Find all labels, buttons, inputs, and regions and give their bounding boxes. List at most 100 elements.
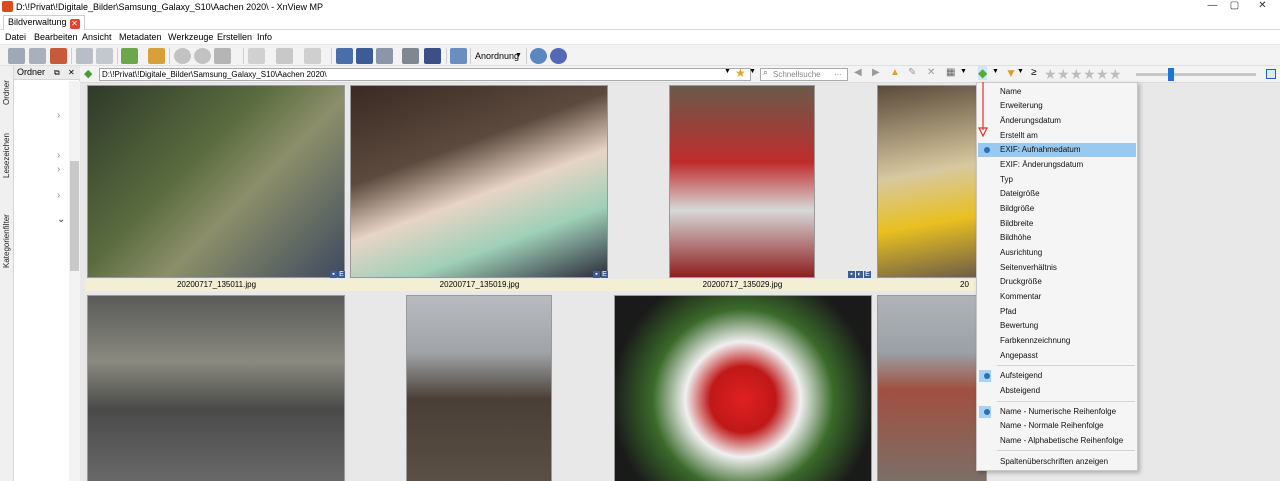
rating-star-icon[interactable]: ★ (1044, 66, 1057, 82)
rating-star-icon[interactable]: ★ (1096, 66, 1109, 82)
scanner-icon[interactable] (424, 48, 441, 64)
sort-icon[interactable]: ◆ (978, 66, 988, 80)
panel-layout-icon[interactable] (1266, 69, 1276, 79)
thumbnail-item[interactable] (348, 295, 611, 481)
rating-star-icon[interactable]: ★ (1057, 66, 1070, 82)
sort-order-descending[interactable]: Absteigend (978, 384, 1136, 398)
sort-item-erstellt-am[interactable]: Erstellt am (978, 129, 1136, 143)
view-list-icon[interactable] (276, 48, 293, 64)
parent-folder-icon[interactable]: ▲ (890, 67, 900, 78)
menu-metadaten[interactable]: Metadaten (119, 31, 162, 43)
show-column-headers[interactable]: Spaltenüberschriften anzeigen (978, 455, 1136, 469)
tab-close-icon[interactable]: ✕ (69, 19, 80, 29)
sort-item-angepasst[interactable]: Angepasst (978, 349, 1136, 363)
menu-erstellen[interactable]: Erstellen (217, 31, 252, 43)
sort-item-dateigroesse[interactable]: Dateigröße (978, 187, 1136, 201)
edit-icon[interactable] (214, 48, 231, 64)
find-icon[interactable] (356, 48, 373, 64)
sort-item-exif-aenderungsdatum[interactable]: EXIF: Änderungsdatum (978, 158, 1136, 172)
menu-werkzeuge[interactable]: Werkzeuge (168, 31, 213, 43)
tree-icon[interactable] (450, 48, 467, 64)
view-mode-dropdown-icon[interactable]: ▼ (960, 68, 967, 75)
edit-path-icon[interactable]: ✎ (908, 67, 916, 78)
favorite-star-icon[interactable]: ★ (735, 66, 746, 80)
print-icon[interactable] (402, 48, 419, 64)
sort-item-bildhoehe[interactable]: Bildhöhe (978, 231, 1136, 245)
sort-item-typ[interactable]: Typ (978, 173, 1136, 187)
chevron-down-icon[interactable]: ⌄ (57, 214, 65, 225)
panel-close-icon[interactable]: ✕ (68, 66, 75, 79)
fullscreen-icon[interactable] (29, 48, 46, 64)
tab-bildverwaltung[interactable]: Bildverwaltung ✕ (3, 15, 85, 30)
path-dropdown-icon[interactable]: ▼ (724, 68, 731, 75)
sort-order-ascending[interactable]: Aufsteigend (978, 369, 1136, 383)
settings-gear-icon[interactable] (530, 48, 547, 64)
chevron-right-icon[interactable]: › (57, 190, 60, 201)
sort-dropdown-icon[interactable]: ▼ (992, 68, 999, 75)
view-details-icon[interactable] (304, 48, 321, 64)
sort-item-pfad[interactable]: Pfad (978, 305, 1136, 319)
batch-convert-icon[interactable] (148, 48, 165, 64)
chevron-right-icon[interactable]: › (57, 150, 60, 161)
side-tab-lesezeichen[interactable]: Lesezeichen (1, 124, 13, 188)
forward-arrow-icon[interactable]: ▶ (872, 67, 880, 78)
thumbnail-item[interactable] (611, 295, 874, 481)
close-window-button[interactable]: ✕ (1240, 0, 1280, 14)
sort-item-ausrichtung[interactable]: Ausrichtung (978, 246, 1136, 260)
rotate-right-icon[interactable] (194, 48, 211, 64)
favorite-dropdown-icon[interactable]: ▼ (749, 68, 756, 75)
back-arrow-icon[interactable]: ◀ (854, 67, 862, 78)
folder-scrollbar[interactable] (69, 81, 80, 481)
menu-info[interactable]: Info (257, 31, 272, 43)
compare-icon[interactable] (336, 48, 353, 64)
search-options-icon[interactable]: … (834, 68, 842, 77)
move-icon[interactable] (96, 48, 113, 64)
go-back-folder-icon[interactable]: ◆ (84, 67, 92, 80)
sort-item-erweiterung[interactable]: Erweiterung (978, 99, 1136, 113)
slideshow-icon[interactable] (50, 48, 67, 64)
thumbnail-item[interactable]: ▪ E 20200717_135019.jpg (348, 85, 611, 295)
collation-numeric[interactable]: Name - Numerische Reihenfolge (978, 405, 1136, 419)
collation-alphabetical[interactable]: Name - Alphabetische Reihenfolge (978, 434, 1136, 448)
rating-star-icon[interactable]: ★ (1109, 66, 1122, 82)
chevron-right-icon[interactable]: › (57, 164, 60, 175)
copy-icon[interactable] (76, 48, 93, 64)
delete-icon[interactable]: ✕ (927, 67, 935, 78)
thumbnail-item[interactable]: ▪ ◐ E 20200717_135029.jpg (611, 85, 874, 295)
sort-item-aenderungsdatum[interactable]: Änderungsdatum (978, 114, 1136, 128)
arrange-label[interactable]: Anordnung (475, 50, 519, 62)
menu-bearbeiten[interactable]: Bearbeiten (34, 31, 78, 43)
acquire-icon[interactable] (8, 48, 25, 64)
rotate-left-icon[interactable] (174, 48, 191, 64)
sort-item-kommentar[interactable]: Kommentar (978, 290, 1136, 304)
side-tab-kategorienfilter[interactable]: Kategorienfilter (1, 198, 13, 284)
side-tab-ordner[interactable]: Ordner (1, 72, 13, 114)
preview-icon[interactable] (376, 48, 393, 64)
thumbnail-item[interactable]: ▪ E 20200717_135011.jpg (85, 85, 348, 295)
thumbnail-size-slider-track[interactable] (1136, 73, 1256, 76)
rating-operator[interactable]: ≥ (1031, 67, 1037, 78)
thumbnail-item[interactable] (85, 295, 348, 481)
rating-star-icon[interactable]: ★ (1083, 66, 1096, 82)
chevron-right-icon[interactable]: › (57, 110, 60, 121)
collation-normal[interactable]: Name - Normale Reihenfolge (978, 419, 1136, 433)
sort-item-bildbreite[interactable]: Bildbreite (978, 217, 1136, 231)
view-thumbs-icon[interactable] (248, 48, 265, 64)
rating-star-icon[interactable]: ★ (1070, 66, 1083, 82)
filter-dropdown-icon[interactable]: ▼ (1017, 68, 1024, 75)
sort-item-bewertung[interactable]: Bewertung (978, 319, 1136, 333)
filter-icon[interactable]: ▼ (1005, 66, 1017, 80)
thumbnail-size-slider-handle[interactable] (1168, 68, 1174, 81)
arrange-dropdown-icon[interactable]: ▼ (515, 50, 522, 62)
undock-icon[interactable]: ⧉ (54, 66, 60, 79)
path-input[interactable]: D:\!Privat\!Digitale_Bilder\Samsung_Gala… (99, 68, 751, 81)
sort-item-farbkennzeichnung[interactable]: Farbkennzeichnung (978, 334, 1136, 348)
sort-item-name[interactable]: Name (978, 85, 1136, 99)
sort-item-druckgroesse[interactable]: Druckgröße (978, 275, 1136, 289)
view-mode-icon[interactable]: ▦ (946, 67, 955, 78)
menu-ansicht[interactable]: Ansicht (82, 31, 112, 43)
menu-datei[interactable]: Datei (5, 31, 26, 43)
open-with-icon[interactable] (121, 48, 138, 64)
sort-item-seitenverhaeltnis[interactable]: Seitenverhältnis (978, 261, 1136, 275)
sort-item-exif-aufnahmedatum[interactable]: EXIF: Aufnahmedatum (978, 143, 1136, 157)
